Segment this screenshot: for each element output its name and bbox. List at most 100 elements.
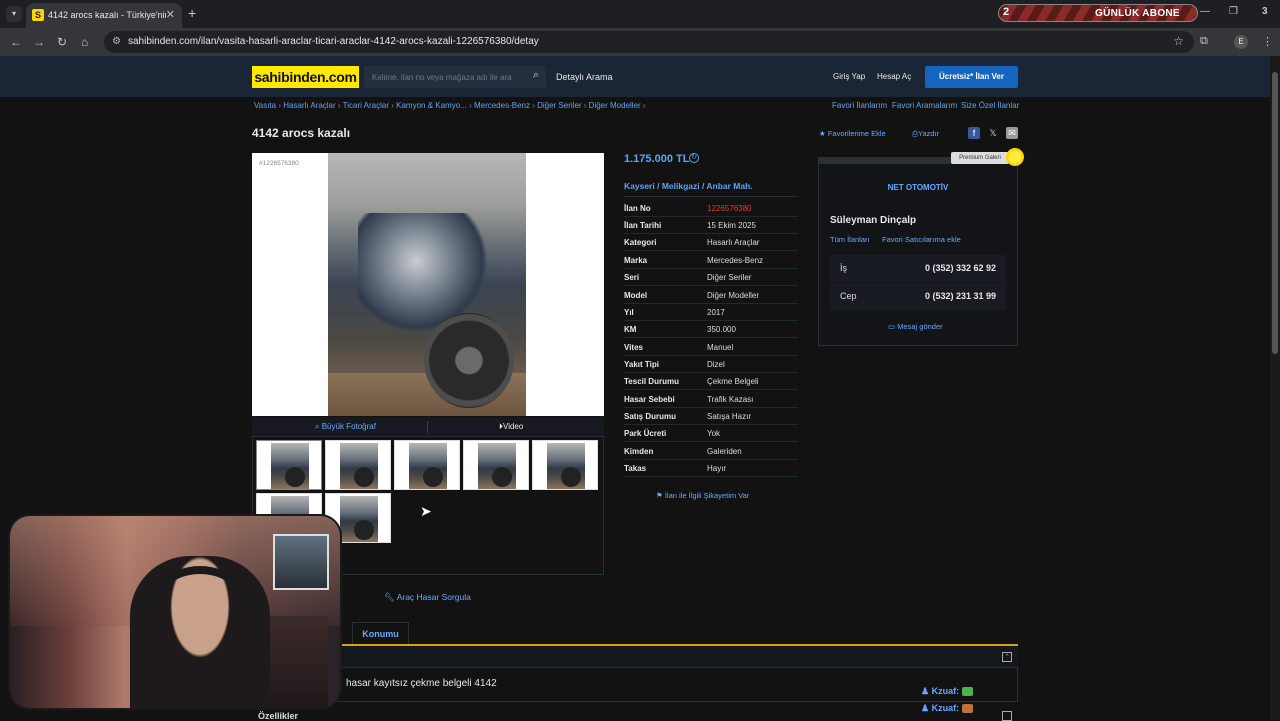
detail-row: Seri Diğer Seriler [624, 269, 798, 286]
special-listings-link[interactable]: Size Özel İlanlar [961, 101, 1019, 110]
favorite-seller-link[interactable]: Favori Satıcılarıma ekle [882, 235, 961, 244]
detail-row: Kategori Hasarlı Araçlar [624, 234, 798, 251]
collapse-icon[interactable]: ⌃ [1002, 652, 1012, 662]
close-window-counter[interactable]: 3 [1262, 6, 1268, 17]
listing-title: 4142 arocs kazalı [252, 126, 351, 140]
emote-icon [961, 687, 973, 697]
banner-number: 2 [1003, 6, 1010, 18]
webcam-overlay [8, 514, 342, 710]
breadcrumb-item[interactable]: Ticari Araçlar [343, 101, 389, 110]
seller-name: Süleyman Dinçalp [830, 215, 917, 226]
browser-tab[interactable]: S 4142 arocs kazalı - Türkiye'nin ✕ [26, 3, 182, 28]
reload-icon[interactable]: ↻ [57, 35, 67, 49]
site-info-icon[interactable]: ⚙ [112, 36, 121, 47]
extensions-icon[interactable]: ⧉ [1200, 35, 1208, 48]
main-photo[interactable]: #1226576380 [252, 153, 604, 416]
magnifier-icon: ⌕ [315, 422, 320, 431]
detail-row: İlan Tarihi 15 Ekim 2025 [624, 217, 798, 234]
detail-row: Yıl 2017 [624, 304, 798, 321]
phone-number[interactable]: 0 (352) 332 62 92 [925, 263, 996, 273]
breadcrumb-item[interactable]: Diğer Seriler [537, 101, 581, 110]
detailed-search-link[interactable]: Detaylı Arama [556, 72, 613, 82]
x-twitter-icon[interactable]: 𝕏 [987, 127, 999, 139]
damage-query-link[interactable]: 🔧︎ Araç Hasar Sorgula [384, 592, 471, 603]
back-icon[interactable]: ← [10, 35, 22, 49]
chat-message: ♟ Kzuaf: [921, 703, 973, 714]
new-tab-icon[interactable]: + [188, 5, 196, 21]
search-input[interactable] [372, 70, 522, 84]
detail-row: Hasar Sebebi Trafik Kazası [624, 391, 798, 408]
video-button[interactable]: ⏵Video [499, 422, 523, 432]
tab-search-icon[interactable]: ▾ [6, 6, 22, 22]
minimize-icon[interactable]: — [1200, 6, 1210, 17]
post-ad-button[interactable]: Ücretsiz* İlan Ver [925, 66, 1018, 88]
detail-row: Takas Hayır [624, 460, 798, 477]
banner-text: GÜNLÜK ABONE [1095, 8, 1180, 19]
email-icon[interactable]: ✉ [1006, 127, 1018, 139]
breadcrumb-item[interactable]: Kamyon & Kamyo... [396, 101, 467, 110]
store-name-link[interactable]: NET OTOMOTİV [818, 183, 1018, 192]
photo-toolbar: ⌕ Büyük Fotoğraf ⏵Video [252, 417, 604, 437]
big-photo-button[interactable]: ⌕ Büyük Fotoğraf [315, 422, 376, 432]
breadcrumb-item[interactable]: Vasıta [254, 101, 276, 110]
detail-row: Tescil Durumu Çekme Belgeli [624, 373, 798, 390]
register-link[interactable]: Hesap Aç [877, 72, 911, 81]
browser-toolbar: ← → ↻ ⌂ ⚙ sahibinden.com/ilan/vasita-has… [0, 28, 1280, 56]
home-icon[interactable]: ⌂ [81, 35, 88, 49]
breadcrumb-item[interactable]: Hasarlı Araçlar [283, 101, 335, 110]
close-tab-icon[interactable]: ✕ [166, 8, 175, 21]
detail-row: Kimden Galeriden [624, 443, 798, 460]
phone-number[interactable]: 0 (532) 231 31 99 [925, 291, 996, 301]
chat-message: ♟ Kzuaf: [921, 686, 973, 697]
phone-row: Cep 0 (532) 231 31 99 [830, 283, 1006, 310]
listing-description: hasar kayıtsız çekme belgeli 4142 [346, 678, 497, 689]
profile-avatar[interactable]: E [1234, 35, 1248, 49]
location-district[interactable]: Melikgazi [662, 181, 700, 191]
browser-tab-strip: ▾ S 4142 arocs kazalı - Türkiye'nin ✕ + … [0, 0, 1280, 28]
location-neighborhood[interactable]: Anbar Mah. [706, 181, 752, 191]
search-icon[interactable]: ⌕ [533, 69, 539, 82]
truck-photo[interactable] [328, 153, 526, 416]
overlay-banner: 2 GÜNLÜK ABONE [998, 4, 1198, 22]
mouse-cursor-icon: ➤ [420, 503, 432, 519]
breadcrumb-item[interactable]: Diğer Modeller [589, 101, 641, 110]
login-link[interactable]: Giriş Yap [833, 72, 865, 81]
browser-menu-icon[interactable]: ⋮ [1262, 35, 1273, 48]
favorite-searches-link[interactable]: Favori Aramalarım [892, 101, 957, 110]
forward-icon[interactable]: → [33, 35, 45, 49]
wrench-icon: 🔧︎ [384, 592, 395, 602]
send-message-link[interactable]: ▭ Mesaj gönder [888, 322, 943, 331]
detail-row: Vites Manuel [624, 339, 798, 356]
search-box[interactable]: ⌕ [364, 66, 546, 88]
detail-row: Yakıt Tipi Dizel [624, 356, 798, 373]
add-favorite-link[interactable]: ★ Favorilerime Ekle [819, 129, 886, 138]
print-link[interactable]: ⎙Yazdır [912, 129, 939, 139]
site-logo[interactable]: sahibinden.com [252, 66, 359, 88]
price-history-icon[interactable]: ↻ [689, 153, 699, 163]
tab-location[interactable]: Konumu [352, 622, 409, 644]
all-ads-link[interactable]: Tüm İlanları [830, 235, 870, 244]
breadcrumb-item[interactable]: Mercedes-Benz [474, 101, 530, 110]
site-header: sahibinden.com ⌕ Detaylı Arama Giriş Yap… [0, 56, 1280, 97]
thumbnail[interactable] [325, 440, 391, 490]
address-bar[interactable]: ⚙ sahibinden.com/ilan/vasita-hasarli-ara… [104, 31, 1194, 53]
bookmark-star-icon[interactable]: ☆ [1173, 34, 1184, 48]
site-favicon-icon: S [32, 9, 44, 21]
flag-icon: ⚑ [656, 491, 663, 500]
facebook-icon[interactable]: f [968, 127, 980, 139]
wall-photo-image [273, 534, 329, 590]
description-header [252, 646, 1018, 668]
location-city[interactable]: Kayseri [624, 181, 655, 191]
maximize-icon[interactable]: ❐ [1229, 6, 1238, 17]
thumbnail[interactable] [394, 440, 460, 490]
envelope-icon: ▭ [888, 322, 896, 331]
breadcrumb: Vasıta › Hasarlı Araçlar › Ticari Araçla… [254, 101, 646, 110]
report-listing-link[interactable]: ⚑ İlan ile İlgili Şikayetim Var [656, 491, 749, 500]
thumbnail[interactable] [532, 440, 598, 490]
detail-row: İlan No 1226576380 [624, 200, 798, 217]
scrollbar-thumb[interactable] [1272, 72, 1278, 354]
thumbnail[interactable] [463, 440, 529, 490]
favorite-listings-link[interactable]: Favori İlanlarım [832, 101, 887, 110]
thumbnail[interactable] [256, 440, 322, 490]
premium-gallery-badge: Premium Galeri [951, 152, 1009, 164]
